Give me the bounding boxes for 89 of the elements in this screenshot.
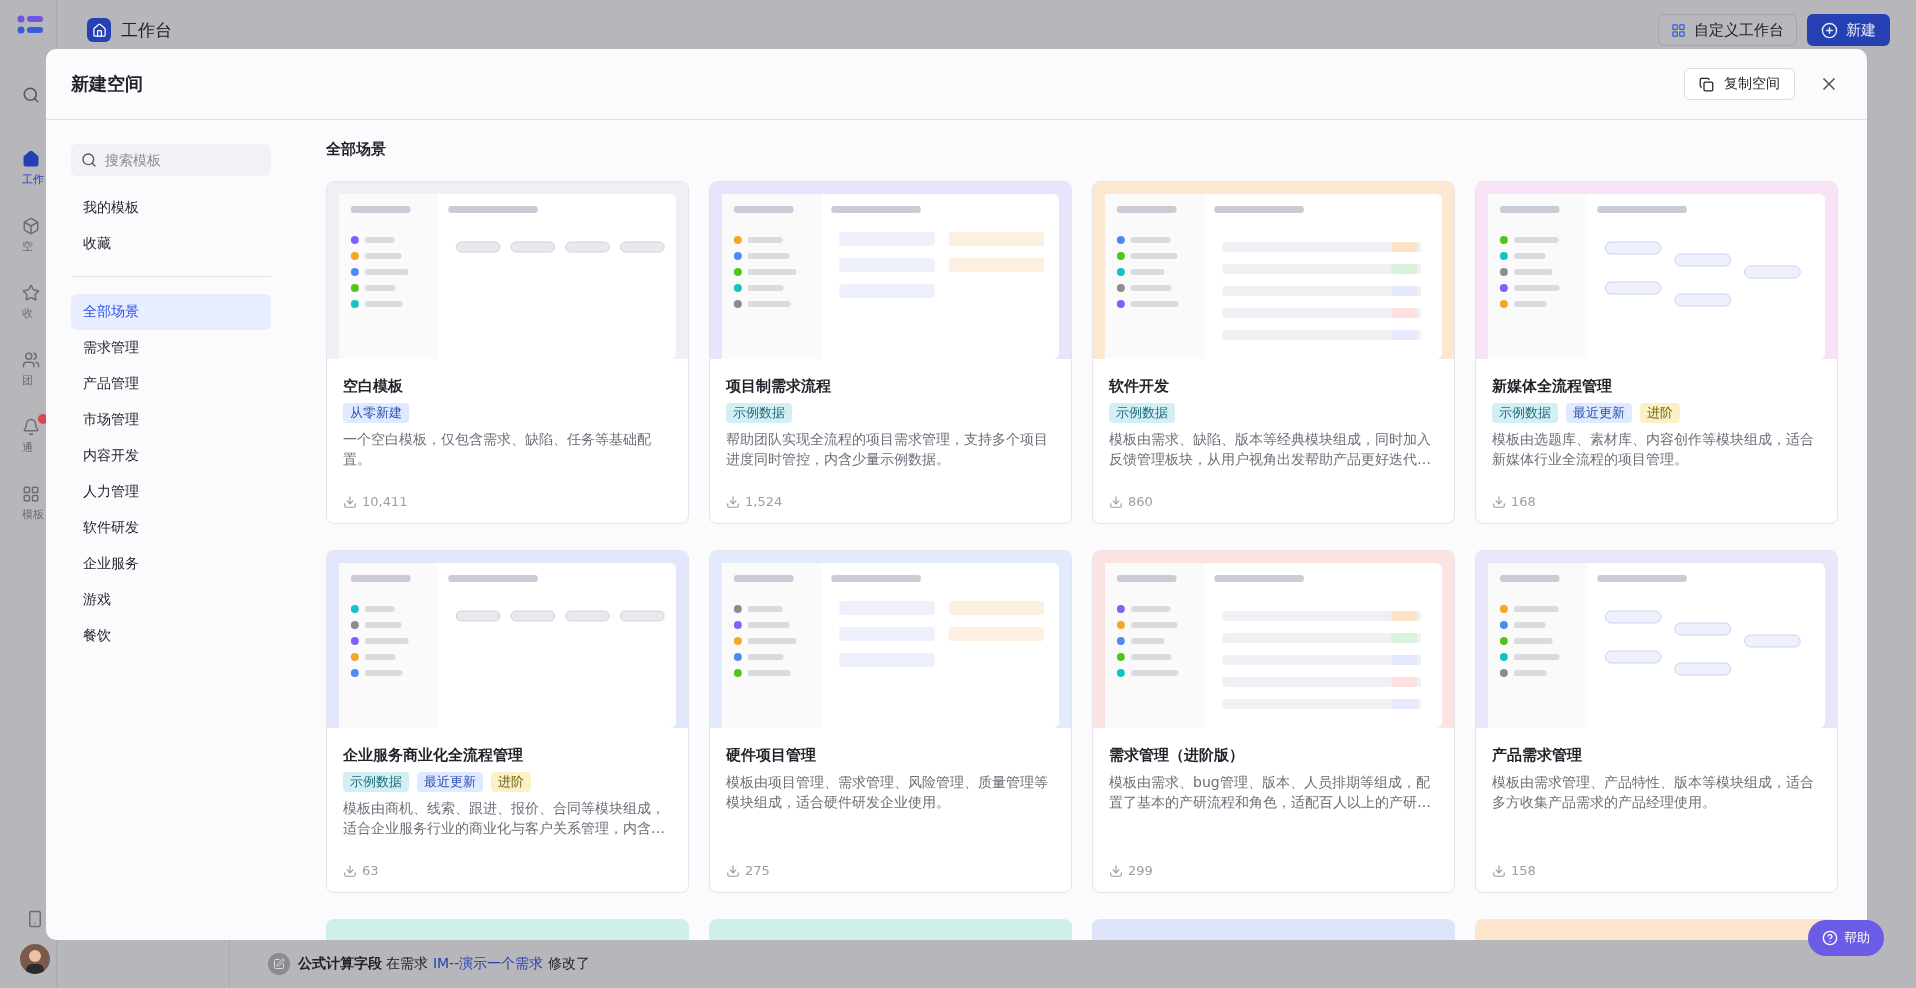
copy-space-button[interactable]: 复制空间 (1684, 68, 1795, 100)
template-card[interactable]: 硬件项目管理 模板由项目管理、需求管理、风险管理、质量管理等模块组成，适合硬件研发企业使用。 275 (709, 550, 1072, 893)
template-title: 企业服务商业化全流程管理 (343, 745, 524, 766)
download-icon (343, 863, 357, 878)
page-title: 工作台 (121, 18, 172, 42)
template-tag: 最近更新 (1566, 403, 1632, 423)
download-count: 158 (1511, 863, 1536, 878)
sidebar-item[interactable]: 收藏 (71, 226, 271, 262)
rail-icon (22, 217, 40, 235)
template-title: 硬件项目管理 (726, 745, 817, 766)
rail-icon (22, 351, 40, 369)
category-item[interactable]: 需求管理 (71, 330, 271, 366)
download-icon (1109, 863, 1123, 878)
template-card[interactable]: 空白模板 从零新建 一个空白模板，仅包含需求、缺陷、任务等基础配置。 10,411 (326, 181, 689, 524)
help-button[interactable]: 帮助 (1808, 920, 1884, 956)
edit-icon (268, 953, 290, 975)
download-icon (1492, 863, 1506, 878)
rail-item[interactable]: 工作 (0, 150, 56, 187)
template-description: 模板由商机、线索、跟进、报价、合同等模块组成，适合企业服务行业的商业化与客户关系管理，内含… (343, 799, 666, 838)
template-card[interactable]: 企业服务商业化全流程管理 示例数据 最近更新 进阶 模板由商机、线索、跟进、报价、合同等模块组成，适合企业服务行业的商业化与客户关系管理，内含… 63 (326, 550, 689, 893)
template-title: 新媒体全流程管理 (1492, 376, 1613, 397)
template-tag: 示例数据 (726, 403, 792, 423)
help-icon (1822, 930, 1838, 946)
grid-icon (1671, 22, 1686, 38)
template-card[interactable]: 软件开发 示例数据 模板由需求、缺陷、版本等经典模块组成，同时加入反馈管理板块，从用户视角出发帮助产品更好迭代… 860 (1092, 181, 1455, 524)
search-icon (81, 152, 97, 168)
search-icon[interactable] (22, 86, 40, 104)
download-count: 168 (1511, 494, 1536, 509)
template-card[interactable]: 产品需求管理 模板由需求管理、产品特性、版本等模块组成，适合多方收集产品需求的产品经理使用。 158 (1475, 550, 1838, 893)
template-card[interactable]: 需求管理（进阶版） 模板由需求、bug管理、版本、人员排期等组成，配置了基本的产研流程和角色，适配百人以上的产研… 299 (1092, 550, 1455, 893)
template-description: 模板由选题库、素材库、内容创作等模块组成，适合新媒体行业全流程的项目管理。 (1492, 430, 1815, 469)
category-item[interactable]: 游戏 (71, 582, 271, 618)
template-description: 一个空白模板，仅包含需求、缺陷、任务等基础配置。 (343, 430, 652, 469)
download-icon (343, 494, 357, 509)
category-item[interactable]: 产品管理 (71, 366, 271, 402)
category-item[interactable]: 人力管理 (71, 474, 271, 510)
template-tag: 最近更新 (417, 772, 483, 792)
category-item[interactable]: 内容开发 (71, 438, 271, 474)
rail-icon (22, 418, 40, 436)
template-card[interactable]: 项目制需求流程 示例数据 帮助团队实现全流程的项目需求管理，支持多个项目进度同时管控，内含少量示例数据。 1,524 (709, 181, 1072, 524)
template-tag: 从零新建 (343, 403, 409, 423)
template-card[interactable]: 新媒体全流程管理 示例数据 最近更新 进阶 模板由选题库、素材库、内容创作等模块组成，适合新媒体行业全流程的项目管理。 168 (1475, 181, 1838, 524)
new-button[interactable]: 新建 (1807, 14, 1890, 46)
download-count: 63 (362, 863, 379, 878)
template-tag: 示例数据 (1492, 403, 1558, 423)
customize-button[interactable]: 自定义工作台 (1658, 14, 1797, 46)
download-icon (726, 863, 740, 878)
template-tag: 进阶 (1640, 403, 1680, 423)
template-tag: 进阶 (491, 772, 531, 792)
template-tag: 示例数据 (1109, 403, 1175, 423)
rail-icon (22, 485, 40, 503)
category-item[interactable]: 餐饮 (71, 618, 271, 654)
template-description: 模板由项目管理、需求管理、风险管理、质量管理等模块组成，适合硬件研发企业使用。 (726, 773, 1049, 812)
category-item[interactable]: 全部场景 (71, 294, 271, 330)
template-title: 软件开发 (1109, 376, 1170, 397)
avatar[interactable] (20, 944, 50, 974)
template-title: 项目制需求流程 (726, 376, 832, 397)
plus-icon (1821, 21, 1838, 39)
template-description: 模板由需求管理、产品特性、版本等模块组成，适合多方收集产品需求的产品经理使用。 (1492, 773, 1815, 812)
template-description: 模板由需求、缺陷、版本等经典模块组成，同时加入反馈管理板块，从用户视角出发帮助产品更好迭代… (1109, 430, 1432, 469)
download-icon (1492, 494, 1506, 509)
dialog-title: 新建空间 (71, 72, 144, 96)
download-count: 299 (1128, 863, 1153, 878)
download-icon (1109, 494, 1123, 509)
section-title: 全部场景 (326, 140, 387, 159)
template-title: 需求管理（进阶版） (1109, 745, 1245, 766)
template-description: 模板由需求、bug管理、版本、人员排期等组成，配置了基本的产研流程和角色，适配百人以上的产研… (1109, 773, 1432, 812)
home-icon[interactable] (87, 18, 111, 42)
template-tag: 示例数据 (343, 772, 409, 792)
logo-icon[interactable] (17, 14, 43, 36)
download-count: 1,524 (745, 494, 783, 509)
download-count: 860 (1128, 494, 1153, 509)
download-count: 10,411 (362, 494, 408, 509)
category-item[interactable]: 软件研发 (71, 510, 271, 546)
template-title: 空白模板 (343, 376, 404, 397)
template-title: 产品需求管理 (1492, 745, 1583, 766)
search-field[interactable]: 搜索模板 (71, 144, 271, 176)
template-description: 帮助团队实现全流程的项目需求管理，支持多个项目进度同时管控，内含少量示例数据。 (726, 430, 1049, 469)
category-item[interactable]: 企业服务 (71, 546, 271, 582)
category-item[interactable]: 市场管理 (71, 402, 271, 438)
rail-icon (22, 284, 40, 302)
rail-icon (22, 150, 40, 168)
activity-text: 公式计算字段 在需求 IM--演示一个需求 修改了 (298, 955, 590, 973)
copy-icon (1699, 76, 1714, 92)
item-link[interactable]: IM--演示一个需求 (432, 955, 544, 971)
download-count: 275 (745, 863, 770, 878)
sidebar-item[interactable]: 我的模板 (71, 190, 271, 226)
download-icon (726, 494, 740, 509)
phone-icon[interactable] (26, 910, 44, 928)
